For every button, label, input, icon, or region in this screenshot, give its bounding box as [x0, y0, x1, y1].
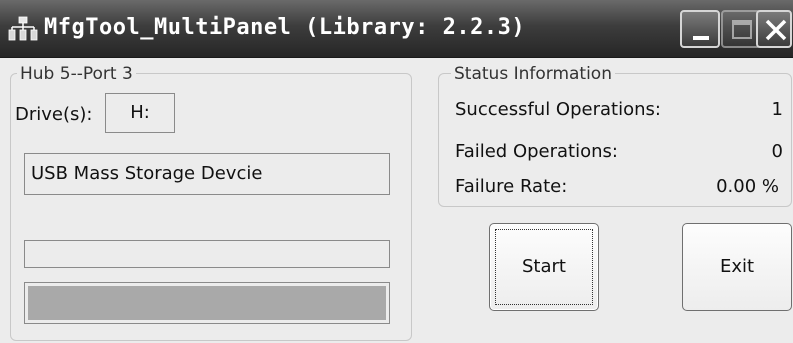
drive-field: H:	[105, 93, 175, 133]
port-group-legend: Hub 5--Port 3	[17, 64, 136, 84]
drives-label: Drive(s):	[15, 104, 93, 125]
minimize-button[interactable]	[680, 10, 720, 48]
window-title: MfgTool_MultiPanel (Library: 2.2.3)	[44, 15, 526, 40]
start-button[interactable]: Start	[489, 223, 599, 311]
failed-ops-label: Failed Operations:	[455, 141, 618, 162]
close-button[interactable]	[756, 10, 792, 48]
device-description-field: USB Mass Storage Devcie	[24, 153, 390, 195]
title-bar[interactable]: MfgTool_MultiPanel (Library: 2.2.3)	[0, 0, 793, 58]
overall-progress-bar	[24, 282, 390, 324]
failure-rate-label: Failure Rate:	[455, 176, 568, 197]
minimize-icon	[693, 36, 709, 40]
close-icon	[765, 19, 787, 41]
failure-rate-value: 0.00 %	[716, 176, 779, 197]
main-window: MfgTool_MultiPanel (Library: 2.2.3) Hub …	[0, 0, 793, 343]
successful-ops-label: Successful Operations:	[455, 99, 661, 120]
exit-button-label: Exit	[719, 256, 755, 277]
progress-bar-fill	[28, 286, 386, 320]
hierarchy-icon	[8, 16, 38, 42]
operation-progress-bar	[24, 240, 390, 268]
status-group-legend: Status Information	[451, 64, 615, 84]
exit-button[interactable]: Exit	[682, 223, 792, 311]
failed-ops-value: 0	[771, 141, 783, 162]
maximize-button[interactable]	[721, 10, 761, 48]
start-button-label: Start	[522, 256, 566, 277]
successful-ops-value: 1	[771, 99, 783, 120]
